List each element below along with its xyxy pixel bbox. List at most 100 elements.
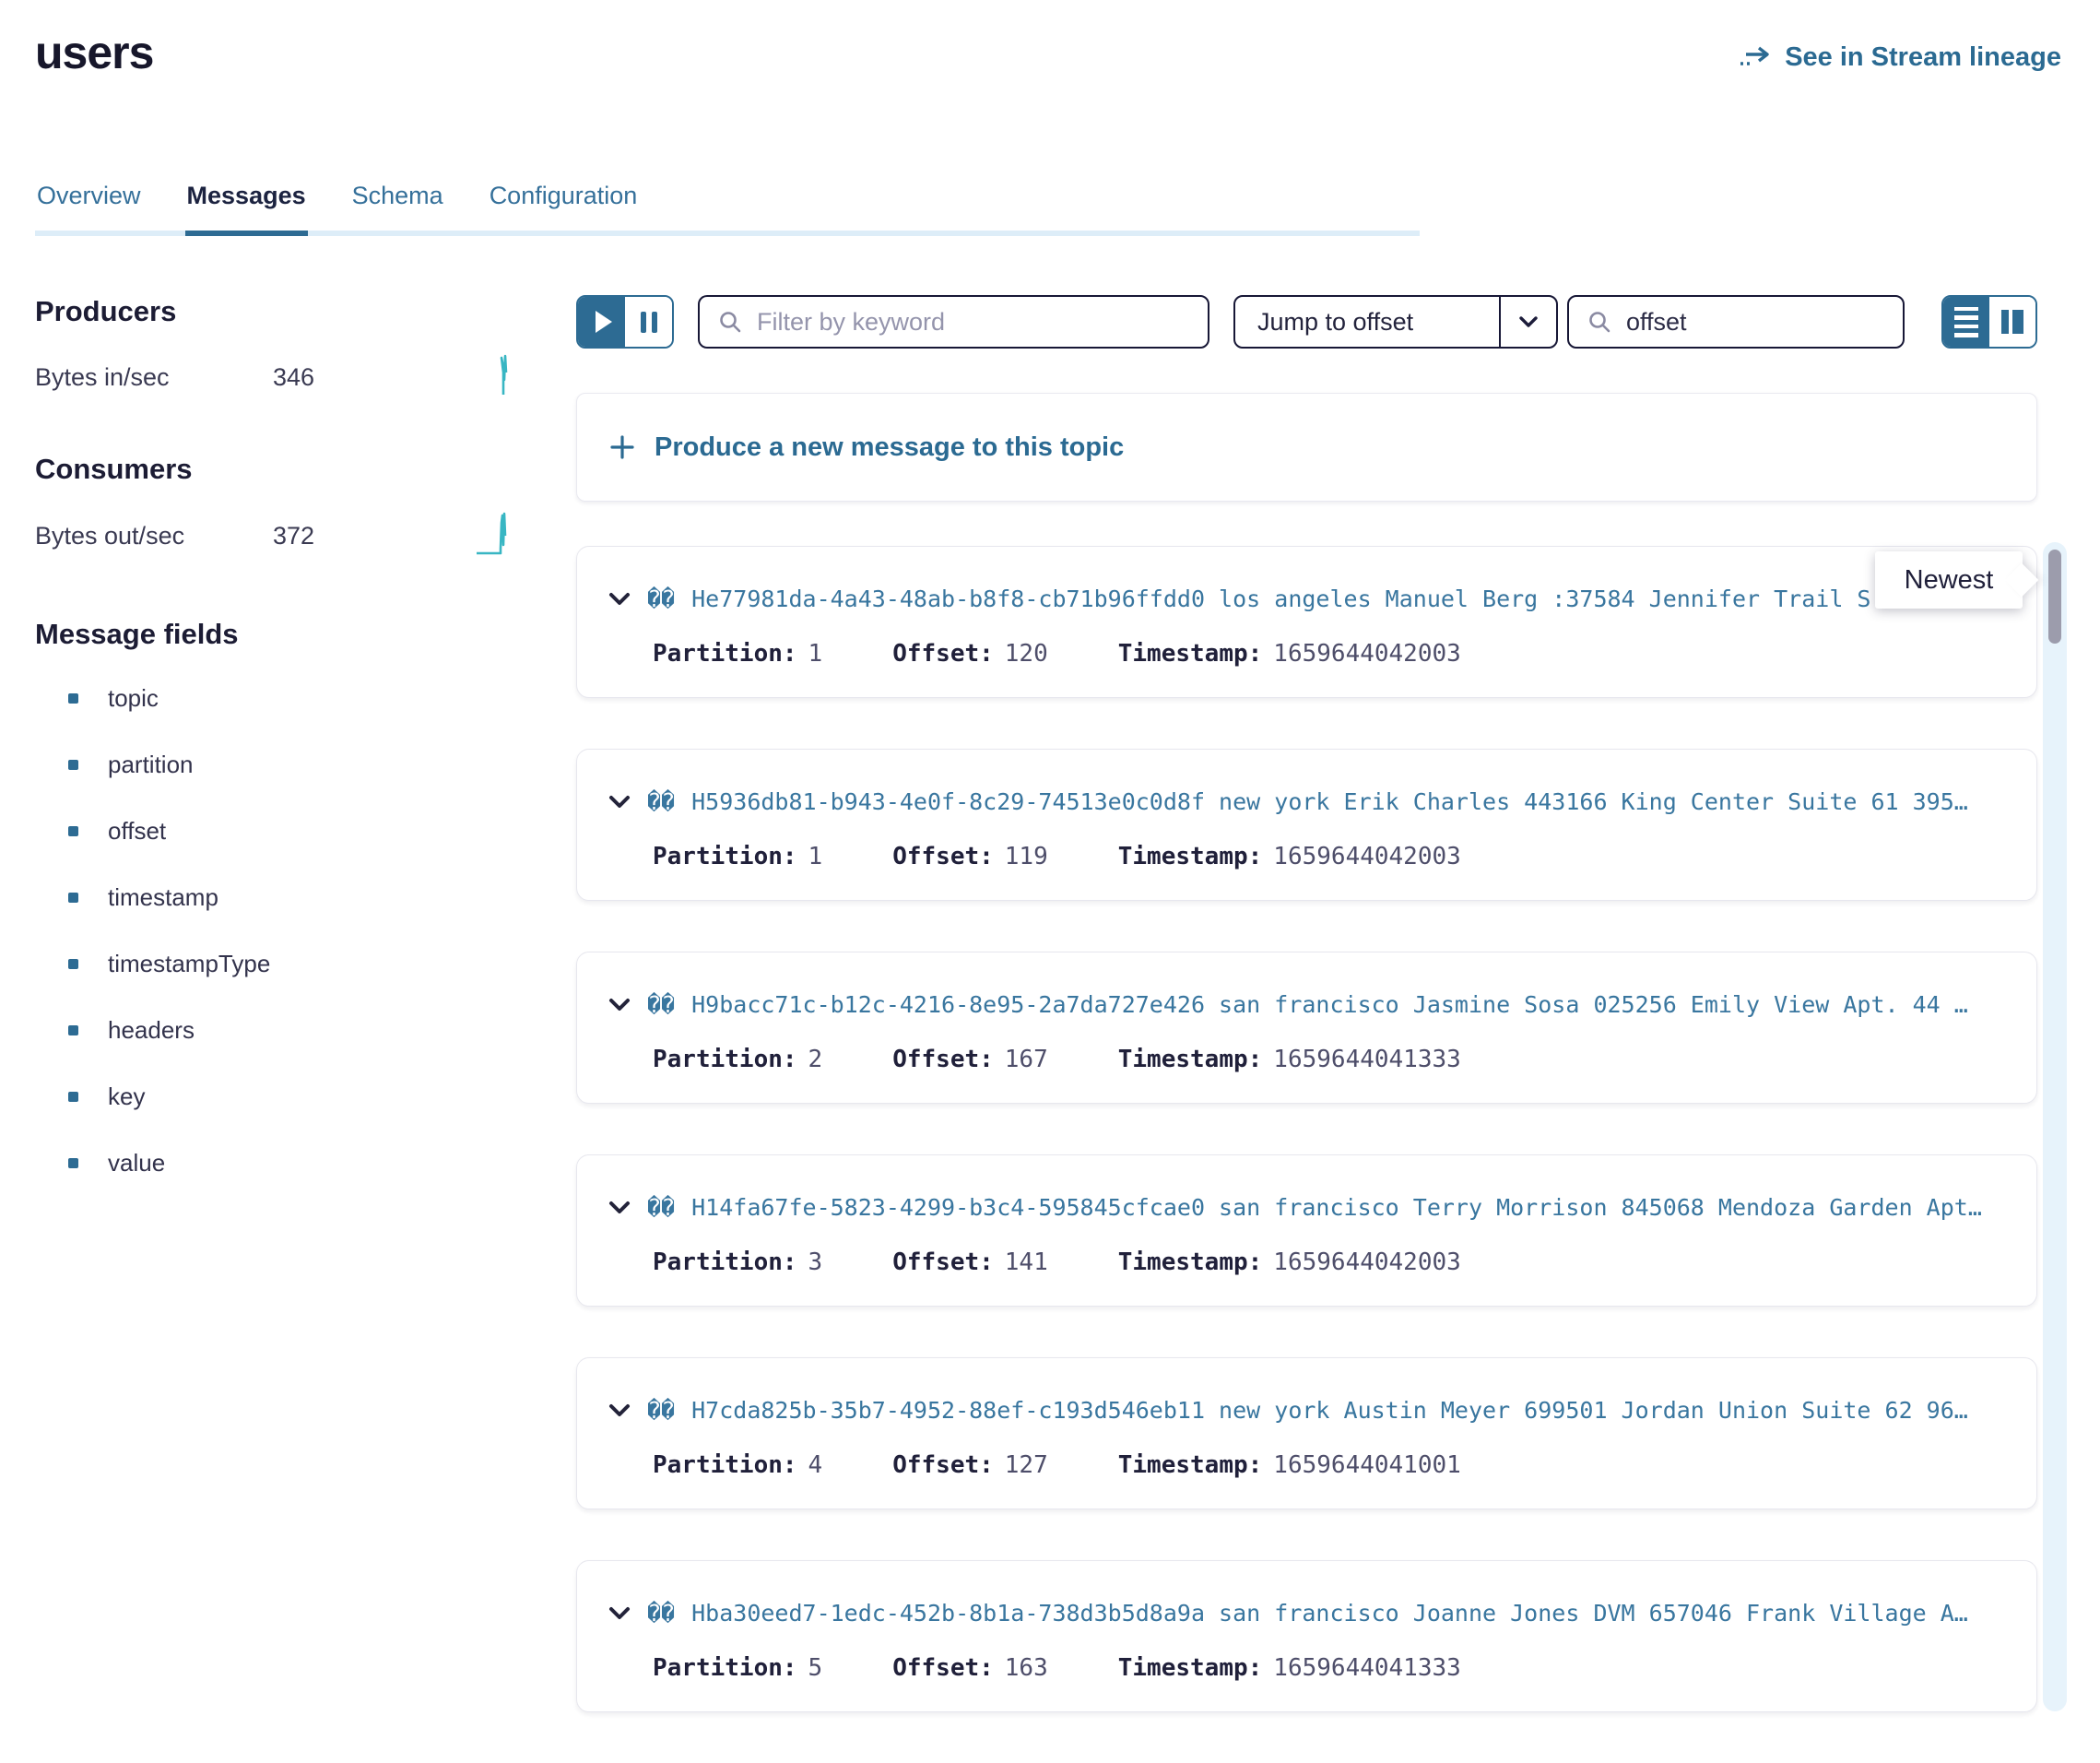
bullet-icon	[68, 1092, 78, 1102]
tab-overview[interactable]: Overview	[35, 182, 143, 231]
message-meta: Partition:5 Offset:163 Timestamp:1659644…	[653, 1654, 2005, 1682]
chevron-down-icon[interactable]	[608, 998, 631, 1012]
field-label: timestamp	[108, 883, 218, 912]
bytes-in-value: 346	[273, 363, 314, 392]
chevron-down-icon[interactable]	[608, 795, 631, 810]
field-item-timestamp[interactable]: timestamp	[35, 883, 521, 912]
message-row[interactable]: �� He77981da-4a43-48ab-b8f8-cb71b96ffdd0…	[576, 546, 2037, 698]
stream-lineage-link[interactable]: See in Stream lineage	[1739, 42, 2061, 73]
field-label: partition	[108, 751, 194, 779]
message-preview: Hba30eed7-1edc-452b-8b1a-738d3b5d8a9a sa…	[691, 1600, 1968, 1627]
message-meta: Partition:3 Offset:141 Timestamp:1659644…	[653, 1248, 2005, 1276]
offset-search-field[interactable]	[1567, 295, 1905, 349]
field-item-offset[interactable]: offset	[35, 817, 521, 846]
partition-label: Partition:	[653, 1654, 797, 1682]
message-meta: Partition:1 Offset:120 Timestamp:1659644…	[653, 640, 2005, 668]
partition-value: 1	[808, 843, 823, 870]
field-item-topic[interactable]: topic	[35, 684, 521, 713]
timestamp-label: Timestamp:	[1118, 640, 1263, 668]
timestamp-value: 1659644041333	[1273, 1046, 1461, 1073]
scrollbar-track[interactable]	[2043, 542, 2067, 1711]
jump-to-offset-select[interactable]: Jump to offset	[1233, 295, 1558, 349]
search-icon	[718, 310, 742, 334]
tab-configuration[interactable]: Configuration	[488, 182, 640, 231]
chevron-down-icon[interactable]	[608, 1403, 631, 1418]
message-fields-list: topic partition offset timestamp timesta…	[35, 684, 521, 1177]
bullet-icon	[68, 1158, 78, 1168]
timestamp-label: Timestamp:	[1118, 1046, 1263, 1073]
pause-button[interactable]	[625, 297, 672, 347]
consumers-heading: Consumers	[35, 453, 521, 486]
message-meta: Partition:2 Offset:167 Timestamp:1659644…	[653, 1046, 2005, 1073]
newest-tooltip: Newest	[1875, 551, 2023, 609]
jump-to-offset-value: Jump to offset	[1235, 308, 1499, 337]
scrollbar-thumb[interactable]	[2048, 550, 2061, 644]
field-label: value	[108, 1149, 165, 1177]
partition-label: Partition:	[653, 843, 797, 870]
message-key-glyphs: ��	[647, 1600, 675, 1627]
produce-message-button[interactable]: Produce a new message to this topic	[576, 393, 2037, 502]
offset-label: Offset:	[892, 1654, 994, 1682]
message-key-glyphs: ��	[647, 788, 675, 815]
chevron-down-icon[interactable]	[608, 1201, 631, 1215]
offset-label: Offset:	[892, 1046, 994, 1073]
chevron-down-icon[interactable]	[1501, 316, 1556, 328]
offset-search-input[interactable]	[1624, 307, 1884, 337]
topic-page: users See in Stream lineage Overview Mes…	[0, 0, 2100, 1711]
field-item-partition[interactable]: partition	[35, 751, 521, 779]
pause-icon	[641, 312, 646, 333]
partition-label: Partition:	[653, 1046, 797, 1073]
message-preview: H5936db81-b943-4e0f-8c29-74513e0c0d8f ne…	[691, 788, 1968, 815]
message-row[interactable]: �� H14fa67fe-5823-4299-b3c4-595845cfcae0…	[576, 1154, 2037, 1307]
produce-message-label: Produce a new message to this topic	[655, 432, 1124, 463]
message-list: Newest �� He77981da-4a43-48ab-b8f8-cb71b…	[576, 546, 2037, 1712]
field-item-key[interactable]: key	[35, 1083, 521, 1111]
field-item-timestampType[interactable]: timestampType	[35, 950, 521, 978]
column-view-button[interactable]	[1989, 297, 2035, 347]
bullet-icon	[68, 826, 78, 836]
bytes-out-sparkline	[475, 512, 517, 561]
chevron-down-icon[interactable]	[608, 592, 631, 607]
bullet-icon	[68, 893, 78, 903]
message-row[interactable]: �� H5936db81-b943-4e0f-8c29-74513e0c0d8f…	[576, 749, 2037, 901]
column-view-icon	[2001, 310, 2009, 334]
pause-icon	[652, 312, 657, 333]
list-view-button[interactable]	[1943, 297, 1989, 347]
field-item-value[interactable]: value	[35, 1149, 521, 1177]
partition-value: 5	[808, 1654, 823, 1682]
tab-messages[interactable]: Messages	[185, 182, 308, 231]
message-meta: Partition:4 Offset:127 Timestamp:1659644…	[653, 1451, 2005, 1479]
offset-label: Offset:	[892, 1248, 994, 1276]
chevron-down-icon[interactable]	[608, 1606, 631, 1621]
list-view-icon	[1954, 307, 1978, 312]
page-header: users See in Stream lineage	[0, 0, 2100, 78]
bullet-icon	[68, 760, 78, 770]
field-item-headers[interactable]: headers	[35, 1016, 521, 1045]
message-key-glyphs: ��	[647, 1194, 675, 1221]
play-button[interactable]	[578, 297, 625, 347]
keyword-filter-field[interactable]	[698, 295, 1209, 349]
bytes-in-sparkline	[491, 354, 517, 401]
partition-value: 2	[808, 1046, 823, 1073]
timestamp-label: Timestamp:	[1118, 843, 1263, 870]
keyword-filter-input[interactable]	[755, 307, 1189, 337]
lineage-arrow-icon	[1739, 45, 1772, 71]
partition-label: Partition:	[653, 640, 797, 668]
timestamp-label: Timestamp:	[1118, 1248, 1263, 1276]
message-key-glyphs: ��	[647, 991, 675, 1018]
partition-value: 4	[808, 1451, 823, 1479]
live-consume-toggle[interactable]	[576, 295, 674, 349]
view-mode-toggle[interactable]	[1941, 295, 2037, 349]
message-preview: H9bacc71c-b12c-4216-8e95-2a7da727e426 sa…	[691, 991, 1968, 1018]
message-row[interactable]: �� Hba30eed7-1edc-452b-8b1a-738d3b5d8a9a…	[576, 1560, 2037, 1712]
timestamp-label: Timestamp:	[1118, 1451, 1263, 1479]
message-row[interactable]: �� H9bacc71c-b12c-4216-8e95-2a7da727e426…	[576, 952, 2037, 1104]
tab-schema[interactable]: Schema	[350, 182, 445, 231]
partition-label: Partition:	[653, 1248, 797, 1276]
field-label: topic	[108, 684, 159, 713]
bullet-icon	[68, 959, 78, 969]
timestamp-value: 1659644042003	[1273, 843, 1461, 870]
timestamp-value: 1659644042003	[1273, 640, 1461, 668]
offset-value: 141	[1005, 1248, 1048, 1276]
message-row[interactable]: �� H7cda825b-35b7-4952-88ef-c193d546eb11…	[576, 1357, 2037, 1509]
